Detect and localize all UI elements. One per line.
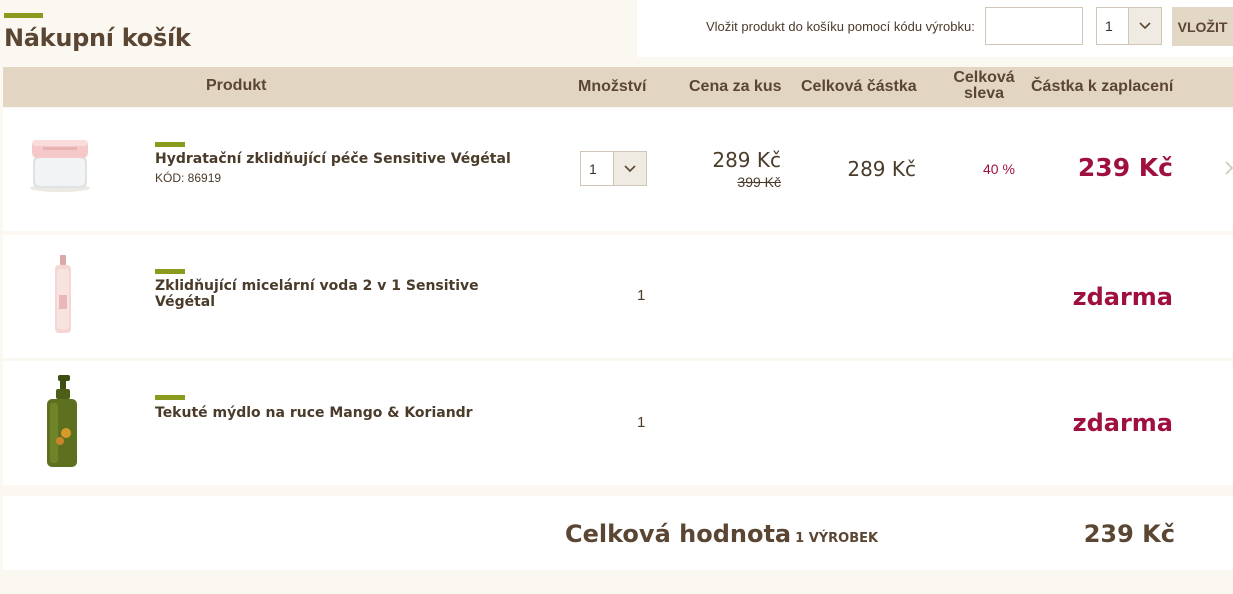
cart-table-header: Produkt Množství Cena za kus Celková čás…	[3, 67, 1233, 107]
cart-row: Hydratační zklidňující péče Sensitive Vé…	[3, 108, 1233, 231]
column-header-quantity: Množství	[578, 78, 647, 95]
discount-percent: 40 %	[983, 161, 1015, 177]
product-code: KÓD: 86919	[155, 171, 222, 185]
total-price: 289 Kč	[847, 157, 916, 181]
column-header-discount: Celková sleva	[953, 69, 1015, 102]
code-quantity-select[interactable]: 1	[1096, 7, 1162, 45]
chevron-right-icon[interactable]	[1225, 158, 1233, 181]
chevron-down-icon	[613, 152, 646, 185]
summary-total: 239 Kč	[1083, 520, 1175, 548]
product-image[interactable]	[44, 375, 80, 474]
row-quantity-select[interactable]: 1	[580, 151, 647, 186]
product-name-link[interactable]: Tekuté mýdlo na ruce Mango & Koriandr	[155, 405, 473, 421]
cart-row: Zklidňující micelární voda 2 v 1 Sensiti…	[3, 235, 1233, 358]
cart-row: Tekuté mýdlo na ruce Mango & Koriandr 1 …	[3, 361, 1233, 485]
column-header-unit-price: Cena za kus	[689, 78, 782, 95]
column-header-to-pay: Částka k zaplacení	[1031, 78, 1174, 95]
title-accent-bar	[4, 13, 43, 18]
amount-to-pay: 239 Kč	[1077, 153, 1173, 182]
add-by-code-panel: Vložit produkt do košíku pomocí kódu výr…	[637, 0, 1233, 57]
add-to-cart-button[interactable]: VLOŽIT	[1172, 7, 1233, 46]
product-image[interactable]	[51, 255, 75, 340]
summary-label-text: Celková hodnota	[565, 520, 792, 548]
product-accent-bar	[155, 269, 185, 274]
cart-summary: Celková hodnota 1 VÝROBEK 239 Kč	[3, 496, 1233, 570]
row-quantity-value: 1	[637, 287, 646, 304]
product-name-link[interactable]: Zklidňující micelární voda 2 v 1 Sensiti…	[155, 278, 485, 310]
row-quantity-value: 1	[589, 160, 597, 177]
summary-label: Celková hodnota 1 VÝROBEK	[565, 520, 878, 548]
product-accent-bar	[155, 142, 185, 147]
product-accent-bar	[155, 395, 185, 400]
code-quantity-value: 1	[1105, 18, 1113, 34]
add-by-code-label: Vložit produkt do košíku pomocí kódu výr…	[706, 19, 975, 34]
product-code-input[interactable]	[985, 7, 1083, 45]
summary-item-count: 1 VÝROBEK	[795, 531, 879, 546]
amount-to-pay: zdarma	[1072, 283, 1173, 311]
amount-to-pay: zdarma	[1072, 409, 1173, 437]
column-header-total: Celková částka	[801, 78, 917, 95]
original-price: 399 Kč	[737, 174, 781, 190]
chevron-down-icon	[1128, 8, 1161, 44]
row-quantity-value: 1	[637, 414, 646, 431]
product-image[interactable]	[27, 136, 93, 199]
product-name-link[interactable]: Hydratační zklidňující péče Sensitive Vé…	[155, 151, 511, 167]
page-title: Nákupní košík	[4, 24, 191, 52]
unit-price: 289 Kč	[712, 148, 781, 172]
column-header-product: Produkt	[206, 77, 267, 94]
